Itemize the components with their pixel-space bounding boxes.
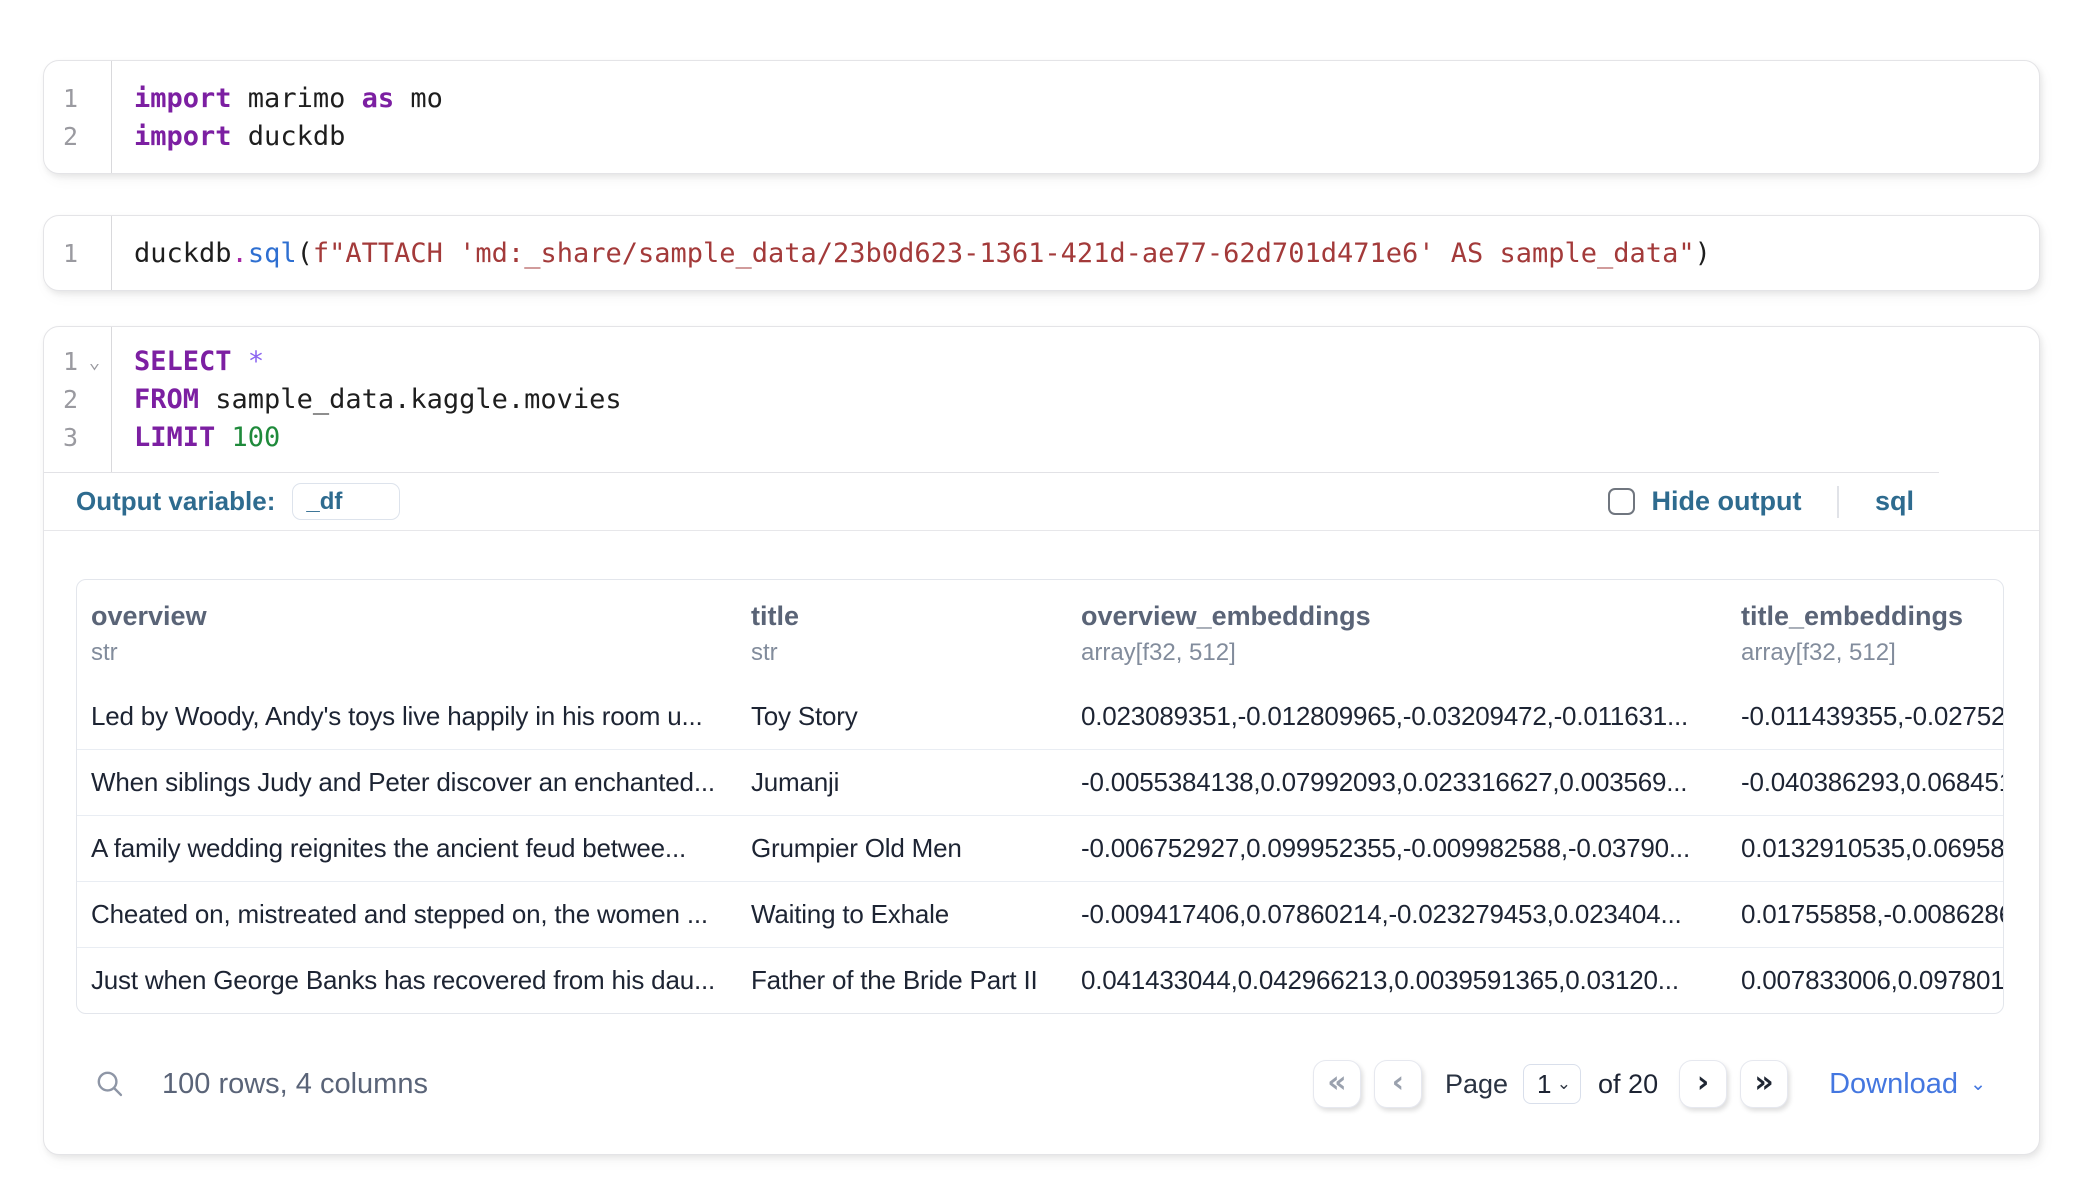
code-line[interactable]: import duckdb (112, 118, 2039, 156)
table-row[interactable]: When siblings Judy and Peter discover an… (77, 749, 2003, 815)
sql-cell-toolbar: Output variable: Hide output sql (44, 473, 2039, 531)
line-number: 2 (44, 118, 78, 156)
column-type: array[f32, 512] (1741, 639, 1989, 667)
column-type: str (91, 639, 723, 667)
column-type: str (751, 639, 1053, 667)
first-page-button[interactable]: « (1313, 1060, 1361, 1108)
line-number: 1 (44, 80, 78, 118)
column-header-title[interactable]: title str (737, 580, 1067, 684)
code-editor[interactable]: 1 duckdb.sql(f"ATTACH 'md:_share/sample_d… (44, 216, 2039, 290)
chevrons-right-icon: » (1754, 1065, 1773, 1100)
search-icon[interactable] (94, 1068, 126, 1100)
table-cell: -0.011439355,-0.0275222 (1727, 684, 2003, 749)
chevron-down-icon: ⌄ (1970, 1073, 1986, 1096)
sql-query-cell: 1⌄23SELECT *FROM sample_data.kaggle.movi… (43, 326, 2040, 1155)
table-cell: Father of the Bride Part II (737, 948, 1067, 1013)
table-cell: -0.040386293,0.0684513 (1727, 750, 2003, 815)
table-cell: Toy Story (737, 684, 1067, 749)
table-row[interactable]: Cheated on, mistreated and stepped on, t… (77, 881, 2003, 947)
code-editor[interactable]: 12import marimo as moimport duckdb (44, 61, 2039, 173)
column-type: array[f32, 512] (1081, 639, 1713, 667)
toolbar-separator (1837, 486, 1839, 518)
table-body: Led by Woody, Andy's toys live happily i… (77, 684, 2003, 1013)
code-line[interactable]: LIMIT 100 (112, 419, 2039, 457)
fold-chevron-icon[interactable]: ⌄ (78, 343, 111, 381)
table-cell: A family wedding reignites the ancient f… (77, 816, 737, 881)
chevron-left-icon: ‹ (1392, 1065, 1404, 1100)
code-cell-attach[interactable]: 1 duckdb.sql(f"ATTACH 'md:_share/sample_d… (43, 215, 2040, 291)
table-cell: 0.041433044,0.042966213,0.0039591365,0.0… (1067, 948, 1727, 1013)
line-number: 1 (44, 235, 78, 273)
language-badge[interactable]: sql (1875, 486, 1914, 517)
table-row[interactable]: A family wedding reignites the ancient f… (77, 815, 2003, 881)
column-header-overview[interactable]: overview str (77, 580, 737, 684)
table-cell: When siblings Judy and Peter discover an… (77, 750, 737, 815)
table-cell: Led by Woody, Andy's toys live happily i… (77, 684, 737, 749)
cell-bottom-padding (44, 1112, 2039, 1154)
table-cell: -0.0055384138,0.07992093,0.023316627,0.0… (1067, 750, 1727, 815)
table-cell: Jumanji (737, 750, 1067, 815)
table-cell: 0.0132910535,0.069583 (1727, 816, 2003, 881)
chevrons-left-icon: « (1327, 1065, 1346, 1100)
column-header-title_embeddings[interactable]: title_embeddings array[f32, 512] (1727, 580, 2003, 684)
code-line[interactable]: FROM sample_data.kaggle.movies (112, 381, 2039, 419)
line-number: 3 (44, 419, 78, 457)
table-row[interactable]: Just when George Banks has recovered fro… (77, 947, 2003, 1013)
page-select[interactable]: 1 ⌄ (1523, 1064, 1581, 1104)
pagination: « ‹ Page 1 ⌄ of 20 › » Download (1313, 1060, 1986, 1108)
hide-output-label[interactable]: Hide output (1652, 486, 1802, 517)
table-cell: 0.007833006,0.0978014 (1727, 948, 2003, 1013)
line-number-gutter: 1⌄23 (44, 327, 112, 472)
column-name: overview_embeddings (1081, 601, 1713, 632)
download-label: Download (1829, 1068, 1958, 1101)
page-select-value: 1 (1537, 1069, 1557, 1100)
table-cell: 0.01755858,-0.00862865 (1727, 882, 2003, 947)
column-name: title_embeddings (1741, 601, 1989, 632)
output-variable-label: Output variable: (76, 486, 275, 517)
table-row[interactable]: Led by Woody, Andy's toys live happily i… (77, 684, 2003, 749)
line-number: 1 (44, 343, 78, 381)
table-cell: 0.023089351,-0.012809965,-0.03209472,-0.… (1067, 684, 1727, 749)
table-cell: Grumpier Old Men (737, 816, 1067, 881)
chevron-right-icon: › (1697, 1065, 1709, 1100)
line-number: 2 (44, 381, 78, 419)
code-cell-imports[interactable]: 12import marimo as moimport duckdb (43, 60, 2040, 174)
next-page-button[interactable]: › (1679, 1060, 1727, 1108)
notebook: 12import marimo as moimport duckdb 1duck… (0, 0, 2086, 1155)
column-header-overview_embeddings[interactable]: overview_embeddings array[f32, 512] (1067, 580, 1727, 684)
table-cell: -0.009417406,0.07860214,-0.023279453,0.0… (1067, 882, 1727, 947)
table-footer: 100 rows, 4 columns « ‹ Page 1 ⌄ of 20 › (44, 1056, 2039, 1112)
chevron-down-icon: ⌄ (1557, 1074, 1571, 1094)
page-label: Page (1445, 1069, 1508, 1100)
code-line[interactable]: SELECT * (112, 343, 2039, 381)
line-number-gutter: 1 (44, 216, 112, 290)
prev-page-button[interactable]: ‹ (1374, 1060, 1422, 1108)
line-number-gutter: 12 (44, 61, 112, 173)
table-cell: Cheated on, mistreated and stepped on, t… (77, 882, 737, 947)
output-variable-input[interactable] (292, 483, 400, 520)
last-page-button[interactable]: » (1740, 1060, 1788, 1108)
table-cell: Just when George Banks has recovered fro… (77, 948, 737, 1013)
table-header-row: overview str title str overview_embeddingsar… (77, 580, 2003, 684)
code-line[interactable]: import marimo as mo (112, 80, 2039, 118)
table-summary: 100 rows, 4 columns (162, 1068, 428, 1101)
download-button[interactable]: Download ⌄ (1829, 1068, 1986, 1101)
column-name: title (751, 601, 1053, 632)
result-table: overview str title str overview_embeddingsar… (76, 579, 2004, 1014)
code-line[interactable]: duckdb.sql(f"ATTACH 'md:_share/sample_da… (112, 235, 2039, 273)
page-total-label: of 20 (1598, 1069, 1658, 1100)
table-cell: -0.006752927,0.099952355,-0.009982588,-0… (1067, 816, 1727, 881)
code-editor[interactable]: 1⌄23SELECT *FROM sample_data.kaggle.movi… (44, 327, 2039, 472)
column-name: overview (91, 601, 723, 632)
table-cell: Waiting to Exhale (737, 882, 1067, 947)
hide-output-checkbox[interactable] (1608, 488, 1635, 515)
